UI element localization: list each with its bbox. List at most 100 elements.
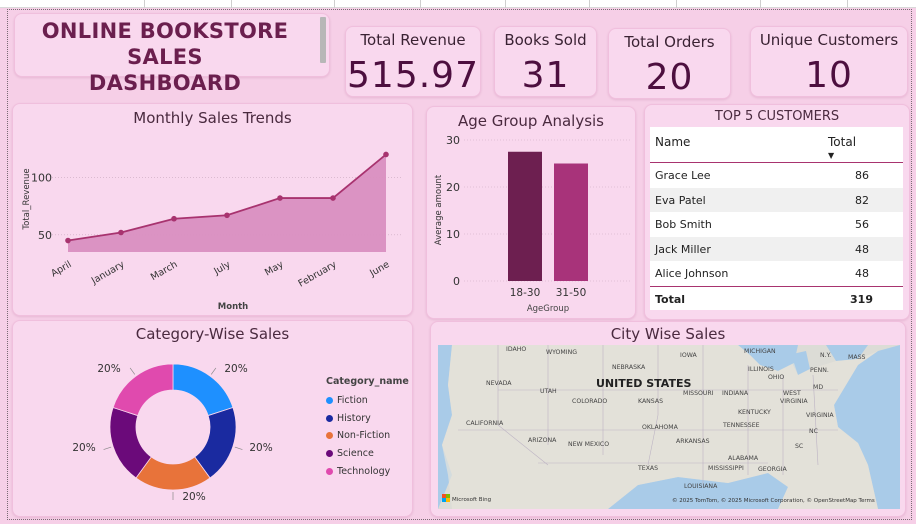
x-tick-label: July [211,259,232,278]
state-label: INDIANA [722,390,749,397]
city-sales-map[interactable]: IDAHO WYOMING IOWA MICHIGAN N.Y. MASS NEBRASKA… [438,345,900,509]
state-label: KENTUCKY [738,409,771,416]
y-tick-label: 50 [38,229,52,242]
kpi-value: 10 [805,55,853,96]
kpi-unique-customers[interactable]: Unique Customers 10 [750,26,908,97]
data-label: 20% [249,442,272,454]
state-label: IDAHO [506,346,526,353]
state-label: KANSAS [638,398,663,405]
top-ruler [0,0,916,8]
table-row[interactable]: Jack Miller 48 [650,236,903,262]
legend-item[interactable]: History [326,410,409,428]
table-body: Grace Lee 86 Eva Patel 82 Bob Smith 56 Jack Mi… [650,163,903,286]
kpi-label: Total Orders [624,33,715,51]
data-point [65,237,71,244]
y-axis-label: Average amount [434,174,444,245]
state-label: MISSISSIPPI [708,465,744,472]
state-label: UTAH [540,388,557,395]
sort-descending-icon[interactable]: ▼ [828,151,834,160]
kpi-total-revenue[interactable]: Total Revenue 515.97 [345,26,481,97]
table-row[interactable]: Eva Patel 82 [650,187,903,213]
kpi-total-orders[interactable]: Total Orders 20 [608,28,731,99]
leader-line [210,367,217,375]
y-tick-label: 30 [446,134,460,147]
state-label: MICHIGAN [744,348,776,355]
customer-total: 56 [855,218,869,232]
data-point [224,212,230,219]
y-axis-label: Total_Revenue [22,168,32,230]
state-label: MISSOURI [683,390,714,397]
legend-label: Non-Fiction [337,430,391,442]
x-axis-label: AgeGroup [527,304,569,314]
state-label: ILLINOIS [748,366,774,373]
category-legend: Category_name Fiction History Non-Fiction S… [326,376,409,480]
x-tick-label: March [149,259,180,283]
kpi-value: 515.97 [347,55,479,96]
customer-total: 48 [855,242,869,256]
header-name[interactable]: Name [655,135,690,149]
state-label: VIRGINIA [780,398,808,405]
table-header: Name Total ▼ [650,127,903,163]
legend-swatch [326,467,333,475]
state-label: NEVADA [486,380,512,387]
customer-name: Bob Smith [655,218,712,232]
bing-label: Microsoft Bing [452,497,491,503]
legend-item[interactable]: Non-Fiction [326,427,409,445]
state-label: ARIZONA [528,437,557,444]
leader-line [129,367,136,375]
state-label: CALIFORNIA [466,420,504,427]
title-scrollbar[interactable] [320,17,326,63]
state-label: ARKANSAS [676,438,710,445]
bar [554,163,588,281]
top-customers-table[interactable]: Name Total ▼ Grace Lee 86 Eva Patel 82 Bob S… [650,127,903,310]
data-point [383,151,389,158]
state-label: NEW MEXICO [568,441,609,448]
monthly-sales-chart[interactable]: 50 100Total_Revenue April January March July M… [12,103,413,316]
city-sales-title: City Wise Sales [610,325,726,343]
data-point [171,215,177,222]
table-row[interactable]: Alice Johnson 48 [650,261,903,286]
footer-label: Total [655,292,686,306]
kpi-value: 31 [521,55,570,96]
state-label: ALABAMA [728,455,759,462]
customer-total: 86 [855,169,869,182]
legend-title: Category_name [326,376,409,387]
dashboard-canvas: ONLINE BOOKSTORE SALES DASHBOARD Total R… [0,0,916,524]
dashboard-title: ONLINE BOOKSTORE SALES DASHBOARD [41,19,289,95]
legend-item[interactable]: Science [326,445,409,463]
data-point [277,195,283,201]
state-label: MD [813,384,823,391]
category-donut-chart[interactable]: 20% 20% 20% 20% 20% [12,320,312,517]
data-label: 20% [72,442,95,454]
x-tick-label: February [297,259,339,290]
age-group-chart[interactable]: 0 10 20 30 Average amount 18-30 31-50 AgeGroup [426,106,636,319]
customer-total: 48 [855,267,869,281]
x-tick-label: April [49,259,73,279]
legend-item[interactable]: Fiction [326,392,409,410]
leader-line [103,446,112,450]
us-map-graphic[interactable]: IDAHO WYOMING IOWA MICHIGAN N.Y. MASS NEBRASKA… [438,345,900,509]
data-label: 20% [97,363,120,375]
legend-swatch [326,397,333,405]
state-label: VIRGINIA [806,412,834,419]
data-point [330,195,336,201]
kpi-books-sold[interactable]: Books Sold 31 [494,26,597,97]
country-label: UNITED STATES [596,377,691,390]
state-label: GEORGIA [758,466,787,473]
legend-label: Science [337,448,374,460]
dashboard-title-card: ONLINE BOOKSTORE SALES DASHBOARD [14,13,330,95]
state-label: MASS [848,354,865,361]
donut-slice [112,363,174,417]
table-row[interactable]: Grace Lee 86 [650,163,903,188]
customer-total: 82 [855,193,869,207]
legend-swatch [326,450,333,458]
legend-label: Fiction [337,395,368,407]
legend-item[interactable]: Technology [326,462,409,480]
table-row[interactable]: Bob Smith 56 [650,212,903,237]
x-tick-label: May [263,259,286,279]
header-total[interactable]: Total [828,135,856,149]
state-label: IOWA [680,352,697,359]
x-tick-label: 18-30 [510,287,541,299]
y-tick-label: 20 [446,181,460,194]
customer-name: Grace Lee [655,169,711,182]
